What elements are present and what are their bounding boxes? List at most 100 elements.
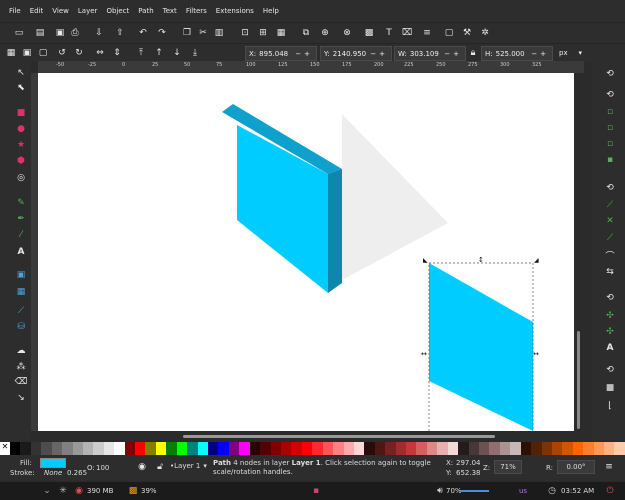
palette-swatch[interactable]: [93, 442, 104, 455]
palette-swatch[interactable]: [41, 442, 52, 455]
menu-file[interactable]: File: [9, 7, 21, 15]
snap-paths-icon[interactable]: ⟋: [603, 198, 617, 212]
menu-path[interactable]: Path: [138, 7, 153, 15]
duplicate-icon[interactable]: ⧉: [299, 26, 313, 40]
document-properties-icon[interactable]: ▢: [442, 26, 456, 40]
handle-scale-top-right[interactable]: ◢: [534, 257, 539, 264]
raise-icon[interactable]: ↑: [152, 46, 166, 60]
snap-bbox-midpoints-icon[interactable]: ▫: [603, 137, 617, 151]
palette-swatch[interactable]: [218, 442, 229, 455]
settings-icon[interactable]: ✲: [478, 26, 492, 40]
zoom-page-icon[interactable]: ▦: [274, 26, 288, 40]
menu-edit[interactable]: Edit: [30, 7, 44, 15]
preferences-icon[interactable]: ⚒: [460, 26, 474, 40]
cut-icon[interactable]: ✂: [196, 26, 210, 40]
palette-swatch[interactable]: [364, 442, 375, 455]
layer-select[interactable]: •Layer 1 ▾: [170, 460, 208, 471]
horizontal-scrollbar[interactable]: [38, 431, 584, 441]
unit-select[interactable]: px ▾: [556, 46, 584, 59]
snap-others-icon[interactable]: ⟲: [603, 291, 617, 305]
snap-bbox-corners-icon[interactable]: ▫: [603, 121, 617, 135]
flip-horizontal-icon[interactable]: ⇔: [93, 46, 107, 60]
selector-tool-icon[interactable]: ↖: [14, 66, 28, 80]
keyboard-layout[interactable]: us: [519, 487, 527, 495]
palette-swatch[interactable]: [280, 442, 292, 455]
menu-extensions[interactable]: Extensions: [216, 7, 254, 15]
palette-swatch[interactable]: [520, 442, 532, 455]
palette-swatch[interactable]: [20, 442, 31, 455]
palette-swatch[interactable]: [406, 442, 417, 455]
group-icon[interactable]: ⊗: [340, 26, 354, 40]
dropper-tool-icon[interactable]: ⟋: [14, 304, 28, 318]
h-stepper[interactable]: −+: [531, 50, 549, 58]
y-stepper[interactable]: −+: [370, 50, 388, 58]
zoom-drawing-icon[interactable]: ⊞: [256, 26, 270, 40]
calligraphy-tool-icon[interactable]: ⁄: [14, 228, 28, 242]
palette-swatch[interactable]: [249, 442, 261, 455]
app-icon[interactable]: ▪: [309, 484, 323, 498]
mesh-tool-icon[interactable]: ▦: [14, 285, 28, 299]
menu-layer[interactable]: Layer: [78, 7, 98, 15]
new-document-icon[interactable]: ▭: [12, 26, 26, 40]
eraser-tool-icon[interactable]: ⌫: [14, 375, 28, 389]
opacity-value[interactable]: 100: [96, 464, 109, 472]
palette-swatch[interactable]: [82, 442, 94, 455]
box-side-face[interactable]: [328, 169, 342, 293]
menu-icon[interactable]: ≡: [602, 460, 616, 474]
text-tool-icon[interactable]: A: [14, 245, 28, 259]
menu-view[interactable]: View: [52, 7, 69, 15]
handle-scale-top-left[interactable]: ◣: [423, 257, 428, 264]
palette-swatch[interactable]: [395, 442, 407, 455]
snap-intersections-icon[interactable]: ✕: [603, 214, 617, 228]
copy-icon[interactable]: ❐: [180, 26, 194, 40]
width-field[interactable]: W: 303.109 −+: [394, 46, 466, 61]
palette-swatch[interactable]: [458, 442, 469, 455]
palette-swatch[interactable]: [489, 442, 500, 455]
text-font-icon[interactable]: T: [382, 26, 396, 40]
spiral-tool-icon[interactable]: ◎: [14, 171, 28, 185]
layer-lock-icon[interactable]: 🔓︎: [153, 460, 167, 474]
menu-filters[interactable]: Filters: [186, 7, 207, 15]
rotate-ccw-icon[interactable]: ↺: [55, 46, 69, 60]
snap-text-baseline-icon[interactable]: A: [603, 341, 617, 355]
visibility-icon[interactable]: ◉: [135, 460, 149, 474]
redo-icon[interactable]: ↷: [155, 26, 169, 40]
palette-swatch[interactable]: [478, 442, 490, 455]
palette-swatch[interactable]: [499, 442, 511, 455]
palette-swatch[interactable]: [291, 442, 302, 455]
zoom-field[interactable]: 71%: [494, 460, 522, 474]
palette-swatch[interactable]: [124, 442, 136, 455]
apps-icon[interactable]: ✳: [56, 484, 70, 498]
rect-tool-icon[interactable]: ■: [14, 106, 28, 120]
palette-swatch[interactable]: [541, 442, 552, 455]
spray-tool-icon[interactable]: ⁂: [14, 360, 28, 374]
menu-text[interactable]: Text: [163, 7, 177, 15]
lower-icon[interactable]: ↓: [170, 46, 184, 60]
handle-scale-right[interactable]: ↔: [533, 350, 539, 358]
palette-swatch[interactable]: [510, 442, 521, 455]
fill-swatch[interactable]: [40, 458, 66, 468]
pen-tool-icon[interactable]: ✒: [14, 212, 28, 226]
pencil-tool-icon[interactable]: ✎: [14, 196, 28, 210]
palette-swatch[interactable]: [260, 442, 271, 455]
palette-swatch[interactable]: [374, 442, 386, 455]
open-icon[interactable]: ▤: [33, 26, 47, 40]
palette-swatch[interactable]: [614, 442, 625, 455]
print-icon[interactable]: ⎙: [68, 26, 82, 40]
palette-swatch[interactable]: [593, 442, 605, 455]
select-all-layers-icon[interactable]: ▣: [20, 46, 34, 60]
snap-bbox-edges-icon[interactable]: ▫: [603, 105, 617, 119]
palette-swatch[interactable]: [239, 442, 250, 455]
snap-nodes-icon[interactable]: ⟲: [603, 181, 617, 195]
box-front-face[interactable]: [237, 125, 328, 293]
zoom-selection-icon[interactable]: ⊡: [238, 26, 252, 40]
snap-object-center-icon[interactable]: ✣: [603, 309, 617, 323]
handle-scale-top[interactable]: ↕: [478, 256, 484, 264]
palette-swatch[interactable]: [166, 442, 177, 455]
palette-swatch[interactable]: [551, 442, 563, 455]
palette-swatch[interactable]: [155, 442, 167, 455]
chevron-down-icon[interactable]: ⌄: [40, 484, 54, 498]
connector-tool-icon[interactable]: ↘: [14, 391, 28, 405]
y-coordinate-field[interactable]: Y: 2140.950 −+: [320, 46, 392, 61]
handle-scale-left[interactable]: ↔: [421, 350, 427, 358]
